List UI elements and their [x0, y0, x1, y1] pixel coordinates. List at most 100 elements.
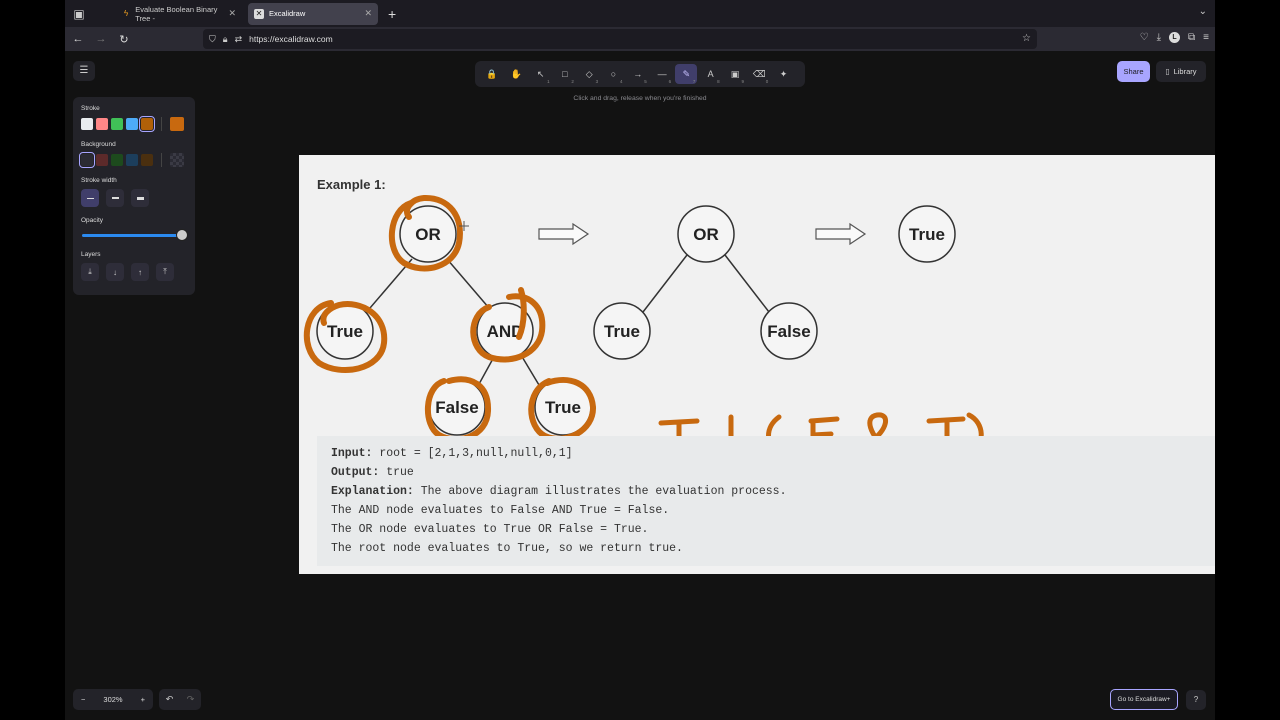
tree1-right-right-label: True: [545, 398, 581, 417]
tool-hand-icon[interactable]: ✋: [505, 64, 527, 84]
browser-toolbar-right: ♡ ⤓ L ⧉ ≡: [1140, 32, 1209, 43]
tool-shortcut: 8: [717, 79, 720, 84]
stroke-swatch[interactable]: [139, 116, 155, 132]
opacity-slider-track[interactable]: [82, 234, 182, 237]
tab-overview-icon[interactable]: ▣: [68, 3, 90, 25]
share-button[interactable]: Share: [1117, 61, 1150, 82]
tool-text-icon[interactable]: A8: [700, 64, 722, 84]
draw-icon: ✎: [682, 68, 691, 79]
extensions-icon[interactable]: ⧉: [1188, 32, 1195, 43]
close-tab-icon[interactable]: ✕: [364, 8, 372, 19]
shapes-toolbar: 🔒 ✋ ↖ 1 □ 2 ◇ 3 ○ 4 → 5—6 ✎ 7 A 8 ▣ 9 ⌫ 0 ✦: [475, 61, 805, 87]
zoom-out-icon[interactable]: −: [81, 695, 85, 704]
library-label: Library: [1173, 67, 1197, 76]
app-menu-icon[interactable]: ≡: [1203, 32, 1209, 43]
tool-shortcut: 9: [741, 79, 744, 84]
zoom-in-icon[interactable]: +: [141, 695, 145, 704]
stroke-swatch[interactable]: [126, 118, 138, 130]
background-color-row: [79, 152, 187, 168]
close-tab-icon[interactable]: ✕: [228, 8, 236, 19]
explanation-line-text: true: [379, 466, 414, 479]
download-icon[interactable]: ⤓: [1157, 32, 1161, 43]
explanation-line-label: Output:: [331, 466, 380, 479]
explanation-line-text: The root node evaluates to True, so we r…: [331, 542, 683, 555]
opacity-label: Opacity: [81, 217, 104, 224]
background-swatch[interactable]: [141, 154, 153, 166]
tree1-edge: [363, 258, 413, 316]
bookmark-star-icon[interactable]: ☆: [1022, 33, 1031, 44]
opacity-slider[interactable]: [81, 229, 188, 241]
undo-icon[interactable]: ↶: [166, 694, 174, 705]
address-bar[interactable]: ⛉ 🔒︎ ⇄ https://excalidraw.com ☆: [203, 29, 1037, 49]
hand-icon: ✋: [510, 68, 522, 79]
background-swatch[interactable]: [111, 154, 123, 166]
tool-rectangle-icon[interactable]: □ 2: [554, 64, 576, 84]
browser-tab-excalidraw[interactable]: ✕ Excalidraw ✕: [248, 2, 378, 25]
browser-tab-leetcode[interactable]: ϟ Evaluate Boolean Binary Tree - ✕: [116, 3, 242, 25]
pasted-problem-image[interactable]: Example 1: OR True AND False True OR Tru…: [299, 155, 1215, 574]
right-arrow-icon: [538, 222, 590, 246]
tool-more-tools-icon[interactable]: ✦: [773, 64, 795, 84]
main-menu-hamburger-icon[interactable]: ☰: [73, 61, 95, 81]
pocket-icon[interactable]: ♡: [1140, 32, 1149, 43]
zoom-level[interactable]: 302%: [103, 695, 122, 704]
background-swatch[interactable]: [126, 154, 138, 166]
stroke-swatch[interactable]: [81, 118, 93, 130]
account-avatar[interactable]: L: [1169, 32, 1181, 43]
tool-line-icon[interactable]: —6: [651, 64, 673, 84]
explanation-line-label: Explanation:: [331, 485, 414, 498]
tool-arrow-icon[interactable]: → 5: [627, 64, 649, 84]
tool-eraser-icon[interactable]: ⌫ 0: [748, 64, 770, 85]
stroke-width-extra-bold-button[interactable]: [131, 189, 149, 207]
shield-icon[interactable]: ⛉: [209, 34, 216, 45]
tab-title: Excalidraw: [269, 9, 306, 18]
stroke-swatch[interactable]: [96, 118, 108, 130]
browser-tab-bar: ▣ ϟ Evaluate Boolean Binary Tree - ✕ ✕ E…: [65, 0, 1215, 27]
tool-image-icon[interactable]: ▣ 9: [724, 64, 746, 85]
diamond-icon: ◇: [585, 68, 593, 79]
tool-ellipse-icon[interactable]: ○ 4: [602, 64, 624, 84]
tool-lock-icon[interactable]: 🔒: [481, 64, 503, 84]
reload-icon[interactable]: ↻: [114, 33, 134, 46]
explanation-line-text: The AND node evaluates to False AND True…: [331, 504, 670, 517]
zoom-controls: − 302% +: [73, 689, 153, 710]
forward-arrow-icon[interactable]: →: [91, 33, 111, 45]
tree1-left-label: True: [327, 322, 363, 341]
tool-diamond-icon[interactable]: ◇ 3: [578, 64, 600, 85]
background-swatch[interactable]: [96, 154, 108, 166]
background-current-color[interactable]: [170, 153, 184, 167]
stroke-current-color[interactable]: [170, 117, 184, 131]
permissions-icon[interactable]: ⇄: [235, 34, 243, 45]
bring-forward-icon[interactable]: ↑: [131, 263, 149, 281]
redo-icon[interactable]: ↷: [187, 694, 195, 705]
tool-hint: Click and drag, release when you're fini…: [573, 95, 707, 102]
go-to-excalidraw-plus-button[interactable]: Go to Excalidraw+: [1110, 689, 1178, 710]
tool-draw-icon[interactable]: ✎ 7: [675, 64, 698, 84]
background-swatch[interactable]: [79, 152, 95, 168]
undo-redo-controls: ↶ ↷: [159, 689, 201, 710]
help-icon[interactable]: ?: [1186, 690, 1206, 710]
explanation-line-text: The above diagram illustrates the evalua…: [413, 485, 787, 498]
opacity-slider-handle[interactable]: [176, 229, 188, 241]
stroke-swatch[interactable]: [111, 118, 123, 130]
tool-shortcut: 4: [619, 79, 623, 84]
list-tabs-chevron-icon[interactable]: ⌄: [1199, 6, 1207, 17]
stroke-width-bold-button[interactable]: [106, 189, 124, 207]
text-icon: A: [707, 69, 714, 79]
lock-icon[interactable]: 🔒︎: [223, 34, 228, 45]
explanation-line-text: root = [2,1,3,null,null,0,1]: [372, 447, 573, 460]
send-backward-icon[interactable]: ↓: [106, 263, 124, 281]
tool-shortcut: 6: [668, 79, 672, 84]
explanation-line: Explanation: The above diagram illustrat…: [331, 482, 1215, 501]
new-tab-icon[interactable]: +: [388, 6, 396, 22]
tree2-root-label: OR: [693, 225, 719, 244]
book-icon: ▯: [1165, 67, 1170, 76]
back-arrow-icon[interactable]: ←: [68, 33, 88, 45]
tool-selection-icon[interactable]: ↖ 1: [530, 64, 552, 85]
library-button[interactable]: ▯ Library: [1156, 61, 1206, 82]
bring-to-front-icon[interactable]: ⤒: [156, 263, 174, 281]
send-to-back-icon[interactable]: ⤓: [81, 263, 99, 281]
stroke-width-thin-button[interactable]: [81, 189, 99, 207]
more-tools-icon: ✦: [779, 68, 788, 79]
stroke-color-row: [81, 116, 187, 132]
